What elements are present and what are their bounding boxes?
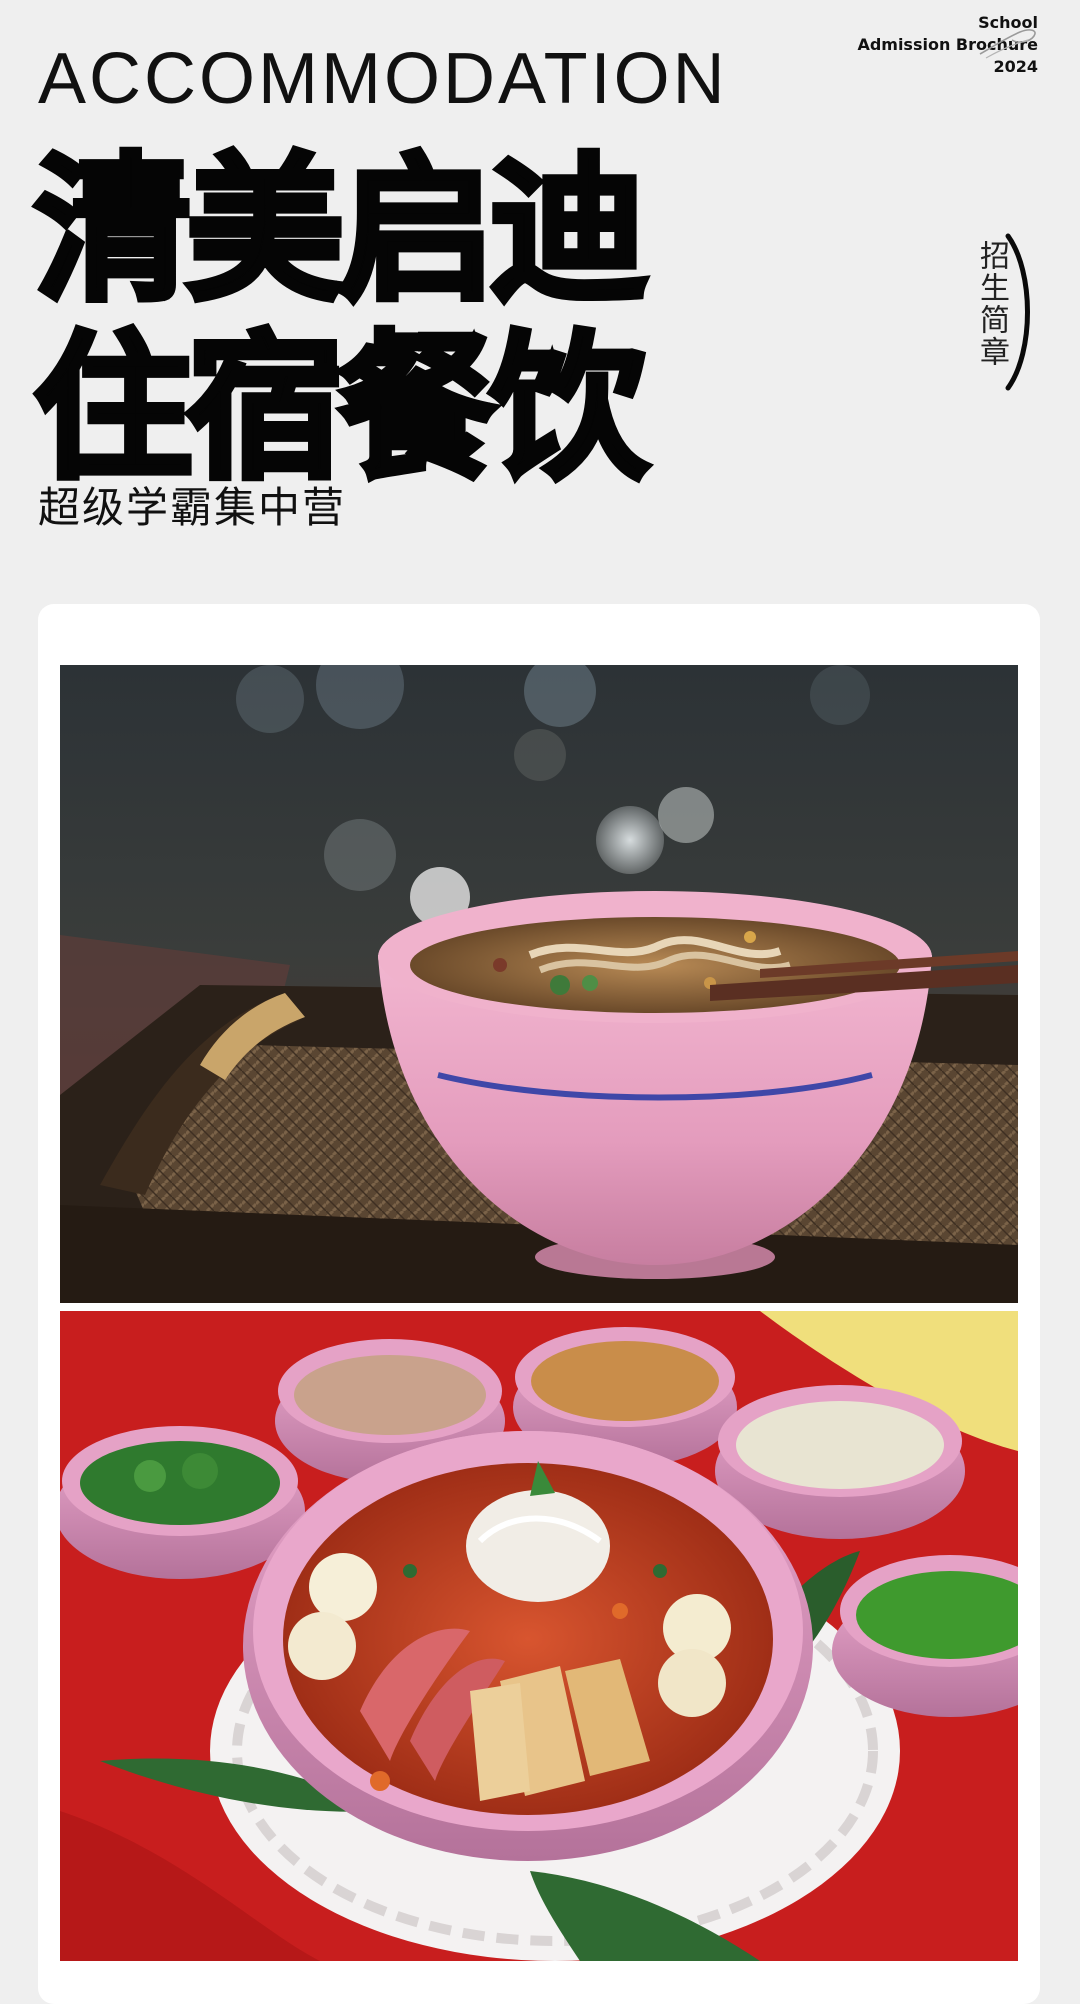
bracket-decoration-icon [1005, 233, 1030, 391]
page-subtitle: 超级学霸集中营 [38, 483, 347, 532]
photo-noodle-bowl [60, 665, 1018, 1303]
noodle-set-image [60, 1311, 1018, 1961]
headline-line-2: 住宿餐饮 [31, 317, 651, 501]
page-headline: 清美启迪 住宿餐饮 [31, 139, 651, 501]
section-eyebrow: ACCOMMODATION [38, 39, 728, 119]
vertical-tag: 招生简章 [974, 240, 1009, 368]
photo-noodle-set [60, 1311, 1018, 1961]
noodle-bowl-image [60, 665, 1018, 1303]
swirl-decoration-icon [979, 29, 1036, 59]
headline-line-1: 清美启迪 [31, 139, 651, 323]
